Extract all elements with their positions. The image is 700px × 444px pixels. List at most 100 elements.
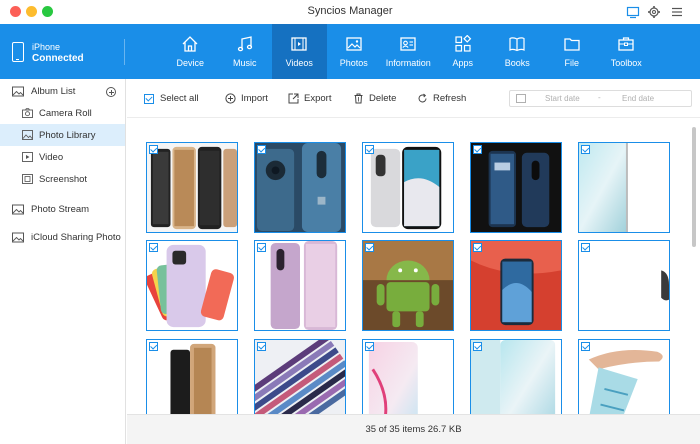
trash-icon	[354, 93, 363, 104]
icloud-label: iCloud Sharing Photo	[31, 231, 121, 243]
device-name: iPhone	[32, 42, 61, 52]
delete-label: Delete	[369, 93, 397, 104]
photo-icon	[22, 130, 33, 140]
nav-label: Apps	[452, 58, 473, 68]
photo-checkbox[interactable]	[149, 342, 158, 351]
photo-thumbnail[interactable]	[578, 339, 670, 414]
window-title: Syncios Manager	[307, 5, 393, 17]
sidebar-item-camera-roll[interactable]: Camera Roll	[0, 102, 125, 124]
android-figure-image	[363, 241, 453, 330]
aura-phones-image	[471, 340, 561, 414]
gear-icon[interactable]	[647, 5, 661, 19]
sidebar-album-list[interactable]: Album List	[0, 80, 125, 102]
import-label: Import	[241, 93, 268, 104]
item-count-summary: 35 of 35 items 26.7 KB	[365, 424, 462, 435]
photo-checkbox[interactable]	[149, 243, 158, 252]
sidebar-item-label: Camera Roll	[39, 107, 92, 119]
nav-photos[interactable]: Photos	[327, 24, 382, 79]
nav-label: Photos	[339, 58, 368, 68]
home-icon	[182, 36, 198, 52]
photo-thumbnail[interactable]	[470, 339, 562, 414]
photo-thumbnail[interactable]	[470, 240, 562, 331]
feedback-icon[interactable]	[626, 5, 640, 19]
add-album-icon[interactable]	[106, 87, 116, 97]
menu-icon[interactable]	[670, 5, 684, 19]
select-all-checkbox[interactable]	[144, 93, 154, 104]
photo-thumbnail[interactable]	[470, 142, 562, 233]
nav-information[interactable]: Information	[381, 24, 436, 79]
sidebar-item-label: Screenshot	[39, 173, 88, 185]
photo-thumbnail[interactable]	[146, 142, 238, 233]
toolbox-icon	[618, 37, 634, 51]
nav-music[interactable]: Music	[218, 24, 273, 79]
photo-checkbox[interactable]	[257, 342, 266, 351]
nav-device[interactable]: Device	[163, 24, 218, 79]
photo-thumbnail[interactable]	[254, 339, 346, 414]
photo-checkbox[interactable]	[473, 243, 482, 252]
refresh-button[interactable]: Refresh	[417, 92, 466, 105]
photo-thumbnail[interactable]	[362, 142, 454, 233]
select-all-label: Select all	[160, 93, 199, 104]
plus-circle-icon	[225, 93, 236, 104]
select-all-button[interactable]: Select all	[144, 92, 199, 105]
book-icon	[509, 37, 525, 52]
sidebar-photo-stream[interactable]: Photo Stream	[0, 198, 125, 220]
nav-label: Device	[176, 58, 204, 68]
sidebar-item-screenshot[interactable]: Screenshot	[0, 168, 125, 190]
red-box-phone-image	[471, 241, 561, 330]
export-label: Export	[304, 93, 332, 104]
nav-label: Videos	[285, 58, 313, 68]
apps-grid-icon	[455, 35, 472, 52]
photo-grid	[127, 119, 700, 414]
photo-checkbox[interactable]	[473, 145, 482, 154]
nav-file[interactable]: File	[545, 24, 600, 79]
nav-toolbox[interactable]: Toolbox	[599, 24, 654, 79]
nav-label: Music	[232, 58, 257, 68]
photo-checkbox[interactable]	[149, 145, 158, 154]
nav-books[interactable]: Books	[490, 24, 545, 79]
nav-videos[interactable]: Videos	[272, 24, 327, 79]
nav-apps[interactable]: Apps	[436, 24, 491, 79]
device-info[interactable]: iPhone Connected	[0, 24, 124, 79]
photo-thumbnail[interactable]	[254, 240, 346, 331]
photo-checkbox[interactable]	[365, 342, 374, 351]
sidebar-item-photo-library[interactable]: Photo Library	[0, 124, 125, 146]
music-note-icon	[237, 36, 252, 52]
photo-checkbox[interactable]	[581, 243, 590, 252]
photo-thumbnail[interactable]	[146, 339, 238, 414]
delete-button[interactable]: Delete	[353, 92, 396, 105]
sidebar-item-video[interactable]: Video	[0, 146, 125, 168]
aura-phone-image	[579, 143, 669, 232]
white-phone-edge-image	[579, 241, 669, 330]
export-icon	[288, 93, 299, 104]
photo-thumbnail[interactable]	[362, 240, 454, 331]
photo-checkbox[interactable]	[581, 342, 590, 351]
photo-thumbnail[interactable]	[362, 339, 454, 414]
main-nav: Device Music Videos Photos Information A…	[163, 24, 654, 79]
import-button[interactable]: Import	[225, 92, 268, 105]
nav-label: Information	[385, 58, 431, 68]
sidebar-item-label: Video	[39, 151, 64, 163]
photo-checkbox[interactable]	[257, 243, 266, 252]
hand-holding-phone-image	[579, 340, 669, 414]
sidebar-icloud-sharing[interactable]: iCloud Sharing Photo	[0, 226, 125, 248]
title-bar: Syncios Manager	[0, 0, 700, 24]
contact-card-icon	[400, 37, 416, 51]
photo-thumbnail[interactable]	[578, 142, 670, 233]
grid-scrollbar[interactable]	[692, 127, 696, 247]
video-play-icon	[22, 152, 33, 162]
photo-thumbnail[interactable]	[146, 240, 238, 331]
export-button[interactable]: Export	[288, 92, 331, 105]
nav-label: Toolbox	[610, 58, 642, 68]
photo-checkbox[interactable]	[581, 145, 590, 154]
photo-checkbox[interactable]	[257, 145, 266, 154]
photo-checkbox[interactable]	[365, 145, 374, 154]
photo-checkbox[interactable]	[473, 342, 482, 351]
date-range-picker[interactable]: Start date - End date	[509, 90, 692, 107]
screenshot-icon	[22, 174, 33, 184]
photo-checkbox[interactable]	[365, 243, 374, 252]
end-date-input[interactable]: End date	[622, 94, 654, 103]
start-date-input[interactable]: Start date	[545, 94, 580, 103]
photo-thumbnail[interactable]	[254, 142, 346, 233]
photo-thumbnail[interactable]	[578, 240, 670, 331]
